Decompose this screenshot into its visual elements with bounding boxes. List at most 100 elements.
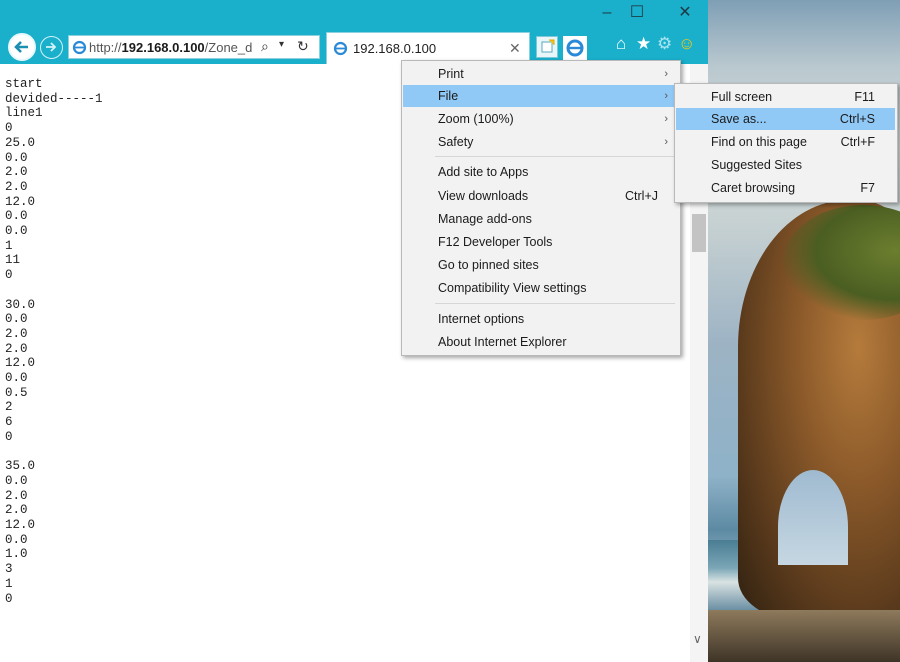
submenu-arrow-icon: › [664,68,668,80]
submenu-item-shortcut: Ctrl+F [840,135,875,149]
address-url[interactable]: http://192.168.0.100/Zone_d [89,40,255,55]
menu-item-label: F12 Developer Tools [438,235,553,249]
file-submenu: Full screen F11 Save as... Ctrl+S Find on th… [674,83,898,203]
menu-item[interactable]: About Internet Explorer [403,331,678,353]
menu-item-shortcut: Ctrl+J [625,189,658,203]
url-host: 192.168.0.100 [121,40,205,55]
content-line: devided-----1 [5,91,103,106]
url-path: /Zone_d [204,40,253,55]
scroll-thumb[interactable] [692,214,706,252]
content-line: 1 [5,576,13,591]
address-bar[interactable]: http://192.168.0.100/Zone_d ⌕ ▾ ↻ [68,35,320,59]
content-line: 0.0 [5,150,28,165]
ie-logo-icon [72,40,87,55]
menu-item[interactable]: Compatibility View settings [403,277,678,299]
submenu-arrow-icon: › [664,90,668,102]
submenu-item[interactable]: Suggested Sites [676,154,895,176]
menu-item[interactable]: F12 Developer Tools [403,231,678,253]
menu-item-label: Zoom (100%) [438,112,514,126]
window-titlebar: – ☐ ✕ [0,0,708,26]
submenu-item-shortcut: Ctrl+S [839,112,875,126]
content-line: 35.0 [5,459,36,474]
content-line: 1 [5,238,13,253]
content-line: 0 [5,121,13,136]
menu-item[interactable]: Safety › [403,131,678,153]
submenu-item-shortcut: F11 [854,90,875,104]
submenu-item-shortcut: F7 [860,181,875,195]
ie-tab-button[interactable] [563,36,587,60]
content-line: 2.0 [5,488,28,503]
browser-toolbar: http://192.168.0.100/Zone_d ⌕ ▾ ↻ 192.16… [0,26,708,64]
wallpaper-sand [708,610,900,662]
submenu-item[interactable]: Caret browsing F7 [676,177,895,199]
menu-item[interactable]: Add site to Apps [403,161,678,183]
submenu-arrow-icon: › [664,113,668,125]
menu-item[interactable]: File › [403,85,678,107]
content-line: 0.5 [5,385,28,400]
content-line: 2 [5,400,13,415]
favorites-star-icon[interactable]: ★ [636,34,651,54]
submenu-item-label: Save as... [711,112,767,126]
content-line: 2.0 [5,179,28,194]
content-line: 2.0 [5,165,28,180]
close-tab-icon[interactable]: ✕ [509,40,521,57]
new-tab-icon [541,39,555,53]
content-line: 0.0 [5,224,28,238]
menu-item[interactable]: Print › [403,63,678,85]
content-line: 11 [5,253,21,268]
menu-item[interactable]: View downloads Ctrl+J [403,185,678,207]
minimize-icon[interactable]: – [592,4,622,22]
content-line: 2.0 [5,341,28,356]
maximize-icon[interactable]: ☐ [622,4,652,22]
menu-item-label: About Internet Explorer [438,335,567,349]
content-line: 2.0 [5,503,28,518]
tools-menu: Print › File › Zoom (100%) › Safety › Add site t… [401,60,681,356]
tab-title: 192.168.0.100 [353,41,437,56]
content-line: 0.0 [5,312,28,327]
submenu-item[interactable]: Full screen F11 [676,86,895,108]
tools-gear-icon[interactable]: ⚙ [657,34,672,54]
content-line: 0 [5,268,13,283]
submenu-item-label: Full screen [711,90,773,104]
forward-button[interactable] [40,36,63,59]
submenu-item-label: Find on this page [711,135,807,149]
content-line: 30.0 [5,297,36,312]
close-window-icon[interactable]: ✕ [670,4,700,22]
content-line: 3 [5,562,13,577]
menu-item-label: Manage add-ons [438,212,532,226]
menu-item-label: Add site to Apps [438,165,529,179]
content-line: 1.0 [5,547,28,562]
url-prefix: http:// [89,40,122,55]
refresh-icon[interactable]: ↻ [297,38,309,55]
menu-item[interactable]: Internet options [403,308,678,330]
smiley-feedback-icon[interactable]: ☺ [678,34,695,54]
search-icon[interactable]: ⌕ [261,38,269,55]
content-line: 2.0 [5,326,28,341]
menu-separator [435,303,675,304]
ie-logo-icon [333,41,348,56]
menu-item-label: Internet options [438,312,525,326]
menu-item[interactable]: Manage add-ons [403,208,678,230]
menu-separator [435,156,675,157]
new-tab-button[interactable] [536,36,558,58]
submenu-arrow-icon: › [664,136,668,148]
menu-item-label: Print [438,67,464,81]
menu-item[interactable]: Zoom (100%) › [403,108,678,130]
content-line: 0.0 [5,209,28,224]
menu-item-label: File [438,89,459,103]
submenu-item-label: Caret browsing [711,181,796,195]
menu-item[interactable]: Go to pinned sites [403,254,678,276]
submenu-item[interactable]: Save as... Ctrl+S [676,108,895,130]
content-line: line1 [5,106,43,121]
back-button[interactable] [8,33,36,61]
content-line: 0.0 [5,371,28,385]
menu-item-label: Go to pinned sites [438,258,539,272]
dropdown-icon[interactable]: ▾ [279,39,284,50]
menu-item-label: Safety [438,135,474,149]
ie-logo-icon [566,39,584,57]
submenu-item[interactable]: Find on this page Ctrl+F [676,131,895,153]
scroll-down-icon[interactable]: ∨ [693,632,702,646]
content-line: 12.0 [5,356,36,371]
home-icon[interactable]: ⌂ [616,34,626,54]
submenu-item-label: Suggested Sites [711,158,803,172]
